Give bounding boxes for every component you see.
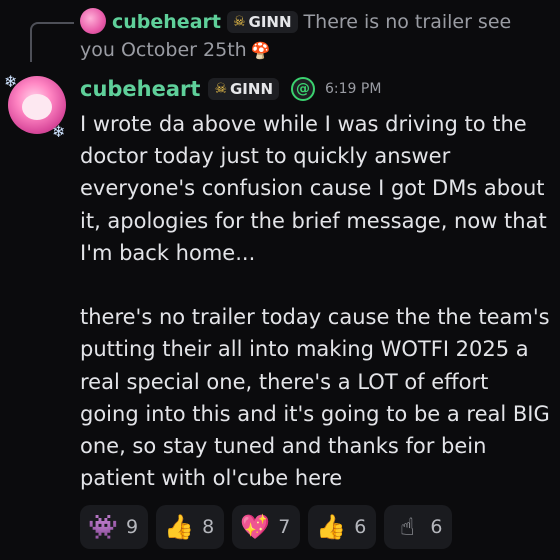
skull-icon: ☠ (214, 81, 227, 97)
mario-emoji-icon: 🍄 (250, 41, 271, 60)
reaction-count: 6 (354, 516, 367, 538)
thumbs-up-character-icon: 👍 (316, 513, 347, 541)
reactions-bar: 👾 9 👍 8 💖 7 👍 6 ☝ 6 (80, 505, 453, 549)
reaction-button[interactable]: ☝ 6 (384, 505, 453, 549)
thumbs-up-icon: 👍 (164, 513, 195, 541)
reply-preview[interactable]: cubeheart ☠ GINN There is no trailer see yo… (80, 8, 550, 65)
reaction-count: 8 (202, 516, 215, 538)
reply-username[interactable]: cubeheart (112, 11, 221, 33)
reaction-count: 9 (126, 516, 139, 538)
snowflake-icon: ❄ (52, 122, 66, 141)
badge-icon[interactable]: @ (291, 77, 316, 101)
reaction-button[interactable]: 💖 7 (232, 505, 301, 549)
reaction-button[interactable]: 👍 8 (156, 505, 225, 549)
reaction-count: 7 (278, 516, 291, 538)
reaction-count: 6 (430, 516, 443, 538)
snowflake-icon: ❄ (4, 72, 18, 91)
guild-tag[interactable]: ☠ GINN (208, 78, 280, 100)
reply-guild-tag[interactable]: ☠ GINN (226, 11, 298, 33)
skull-icon: ☠ (232, 14, 246, 30)
timestamp[interactable]: 6:19 PM (325, 81, 381, 97)
avatar[interactable]: ❄ ❄ (4, 72, 70, 144)
this-sign-icon: ☝ (400, 513, 415, 541)
reaction-button[interactable]: 👍 6 (308, 505, 377, 549)
message-body: I wrote da above while I was driving to … (80, 112, 550, 491)
pixel-emoji-icon: 👾 (88, 513, 118, 541)
sparkling-heart-icon: 💖 (240, 513, 271, 541)
reaction-button[interactable]: 👾 9 (80, 505, 149, 549)
reply-connector (30, 22, 74, 62)
reply-avatar[interactable] (80, 8, 106, 34)
message-header: cubeheart ☠ GINN @ 6:19 PM (80, 74, 381, 104)
username[interactable]: cubeheart (80, 77, 200, 101)
